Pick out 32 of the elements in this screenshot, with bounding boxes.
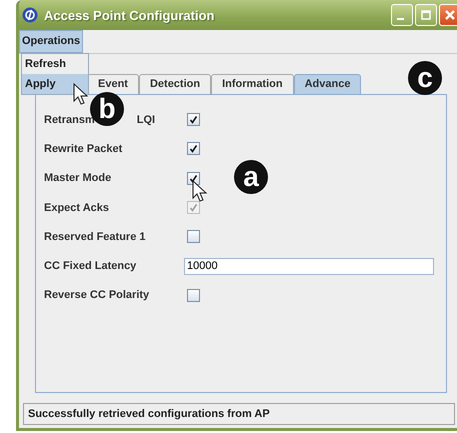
- setting-label: Expect Acks: [44, 202, 110, 214]
- menu-item[interactable]: Operations: [19, 30, 84, 53]
- tab[interactable]: Information: [211, 74, 294, 94]
- checkbox[interactable]: [187, 230, 200, 244]
- cursor-icon: [192, 180, 208, 204]
- setting-label: Retransm: [44, 114, 95, 126]
- maximize-icon: [420, 9, 432, 21]
- window-title: Access Point Configuration: [44, 8, 214, 22]
- checkbox[interactable]: [187, 142, 200, 156]
- setting-label: LQI: [136, 114, 156, 126]
- checkbox[interactable]: [187, 113, 200, 126]
- tab[interactable]: Advance: [294, 74, 362, 94]
- minimize-icon: [397, 18, 404, 20]
- minimize-button[interactable]: [391, 4, 413, 26]
- close-icon: [443, 8, 457, 22]
- setting-label: Reserved Feature 1: [44, 230, 146, 243]
- tab[interactable]: Event: [87, 74, 139, 94]
- setting-label: Reverse CC Polarity: [44, 289, 150, 302]
- setting-label: Master Mode: [44, 172, 112, 184]
- checkbox[interactable]: [187, 172, 200, 185]
- close-button[interactable]: [439, 4, 457, 26]
- status-bar: Successfully retrieved configurations from AP: [23, 403, 455, 425]
- tab[interactable]: Detection: [138, 74, 212, 94]
- menu-item[interactable]: Apply: [22, 74, 88, 94]
- maximize-button[interactable]: [415, 4, 437, 26]
- cursor-icon: [73, 83, 89, 107]
- menu-item[interactable]: Refresh: [22, 54, 88, 74]
- setting-label: Rewrite Packet: [44, 142, 124, 155]
- input-field[interactable]: 10000: [184, 258, 434, 275]
- setting-label: CC Fixed Latency: [44, 260, 138, 272]
- checkbox[interactable]: [187, 288, 200, 302]
- app-icon: [22, 7, 38, 23]
